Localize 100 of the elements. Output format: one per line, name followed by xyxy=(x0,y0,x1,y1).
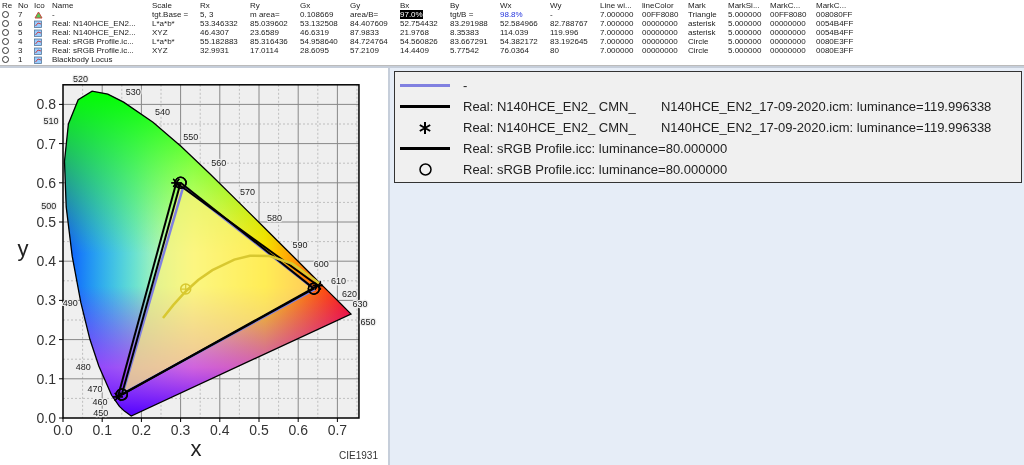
table-cell: 00000000 xyxy=(770,46,806,55)
axis-tick-label: 0.1 xyxy=(36,370,56,387)
table-cell: 00000000 xyxy=(770,37,806,46)
table-cell: tgt.Base = xyxy=(152,10,189,19)
axis-tick-label: 0.7 xyxy=(36,135,56,152)
table-cell: Real: sRGB Profile.ic... xyxy=(52,46,134,55)
table-cell: 5.000000 xyxy=(728,10,762,19)
wavelength-label: 570 xyxy=(240,186,256,197)
table-cell: 7.000000 xyxy=(600,46,634,55)
axis-tick-label: 0.6 xyxy=(36,174,56,191)
table-cell: 54.382172 xyxy=(500,37,538,46)
table-cell: 00000000 xyxy=(642,19,678,28)
table-cell: 23.6589 xyxy=(250,28,279,37)
table-cell: Blackbody Locus xyxy=(52,55,113,64)
table-cell: 114.039 xyxy=(500,28,529,37)
axis-tick-label: 0.6 xyxy=(288,422,308,438)
table-cell: 52.584966 xyxy=(500,19,538,28)
table-cell: 84.724764 xyxy=(350,37,388,46)
table-cell: 00000000 xyxy=(770,28,806,37)
table-cell: XYZ xyxy=(152,28,168,37)
table-cell: 85.039602 xyxy=(250,19,288,28)
wavelength-label: 610 xyxy=(331,276,346,287)
table-cell: 3 xyxy=(18,46,23,55)
wavelength-label: 530 xyxy=(125,87,141,98)
table-cell: - xyxy=(550,10,553,19)
table-cell: 5.000000 xyxy=(728,46,762,55)
table-cell: 119.996 xyxy=(550,28,579,37)
table-cell: 5.000000 xyxy=(728,19,762,28)
axis-tick-label: 0.2 xyxy=(131,422,152,438)
legend-label: Real: sRGB Profile.icc: luminance=80.000000 xyxy=(463,162,728,177)
table-cell: 54.958640 xyxy=(300,37,338,46)
wavelength-label: 500 xyxy=(41,200,57,211)
table-cell: Real: N140HCE_EN2... xyxy=(52,19,136,28)
axis-tick-label: 0.3 xyxy=(170,422,191,438)
table-cell: 83.291988 xyxy=(450,19,488,28)
table-cell: 85.316436 xyxy=(250,37,288,46)
table-cell: 7.000000 xyxy=(600,37,634,46)
table-cell: L*a*b* xyxy=(152,37,175,46)
table-cell: Real: sRGB Profile.ic... xyxy=(52,37,134,46)
table-cell: 53.132508 xyxy=(300,19,338,28)
table-cell: 5 xyxy=(18,28,23,37)
table-cell: 55.182883 xyxy=(200,37,238,46)
table-cell: Triangle xyxy=(688,10,717,19)
table-cell: XYZ xyxy=(152,46,168,55)
table-cell: 82.788767 xyxy=(550,19,588,28)
table-cell: 17.0114 xyxy=(250,46,279,55)
table-cell: 0.108669 xyxy=(300,10,334,19)
table-cell: 5.000000 xyxy=(728,37,762,46)
table-cell: 00000000 xyxy=(642,37,678,46)
table-cell: tgt/B = xyxy=(450,10,474,19)
table-cell: 00FF8080 xyxy=(642,10,679,19)
table-cell: 7.000000 xyxy=(600,19,634,28)
table-cell: 57.2109 xyxy=(350,46,379,55)
table-cell: 7 xyxy=(18,10,23,19)
axis-tick-label: 0.7 xyxy=(327,422,348,438)
table-cell: - xyxy=(52,10,55,19)
legend-label: Real: sRGB Profile.icc: luminance=80.000000 xyxy=(463,141,728,156)
table-cell: 4 xyxy=(18,37,23,46)
axis-tick-label: 0.4 xyxy=(36,253,56,270)
wavelength-label: 460 xyxy=(92,397,108,408)
table-cell: 98.8% xyxy=(500,10,523,19)
axis-tick-label: 0.2 xyxy=(36,331,56,348)
table-cell: 32.9931 xyxy=(200,46,229,55)
table-cell: 6 xyxy=(18,19,23,28)
table-cell: 28.6095 xyxy=(300,46,329,55)
diagram-caption: CIE1931 xyxy=(339,450,378,461)
axis-title: x xyxy=(190,436,202,461)
axis-title: y xyxy=(17,236,29,262)
axis-tick-label: 0.3 xyxy=(36,292,56,309)
table-cell: 0054B4FF xyxy=(816,19,854,28)
table-cell: 0080E3FF xyxy=(816,37,854,46)
table-cell: area/B= xyxy=(350,10,379,19)
table-cell: 84.407609 xyxy=(350,19,388,28)
table-cell: 5.77542 xyxy=(450,46,479,55)
table-cell: 83.192645 xyxy=(550,37,588,46)
table-cell: 52.754432 xyxy=(400,19,438,28)
table-cell: 00FF8080 xyxy=(770,10,807,19)
wavelength-label: 520 xyxy=(73,74,89,85)
legend-label: Real: N140HCE_EN2_ CMN_ N140HCE_EN2_17-09-2020.icm: luminance=119.996338 xyxy=(463,120,992,135)
table-cell: 1 xyxy=(18,55,23,64)
table-cell: 0080E3FF xyxy=(816,46,854,55)
table-cell: 008080FF xyxy=(816,10,853,19)
table-cell: 14.4409 xyxy=(400,46,429,55)
table-cell: 76.0364 xyxy=(500,46,529,55)
table-cell: 83.667291 xyxy=(450,37,488,46)
legend-label: - xyxy=(463,78,468,93)
table-cell: 00000000 xyxy=(642,28,678,37)
wavelength-label: 510 xyxy=(43,115,59,126)
axis-tick-label: 0.4 xyxy=(210,422,230,438)
table-cell: m area= xyxy=(250,10,280,19)
table-cell: 7.000000 xyxy=(600,28,634,37)
table-cell: 54.560826 xyxy=(400,37,438,46)
table-cell: 5, 3 xyxy=(200,10,214,19)
table-cell: 53.346332 xyxy=(200,19,238,28)
table-cell: asterisk xyxy=(688,28,716,37)
table-cell: Circle xyxy=(688,37,709,46)
axis-tick-label: 0.5 xyxy=(249,422,269,438)
table-cell: 80 xyxy=(550,46,559,55)
axis-tick-label: 0.5 xyxy=(36,214,56,230)
table-cell: 0054B4FF xyxy=(816,28,854,37)
